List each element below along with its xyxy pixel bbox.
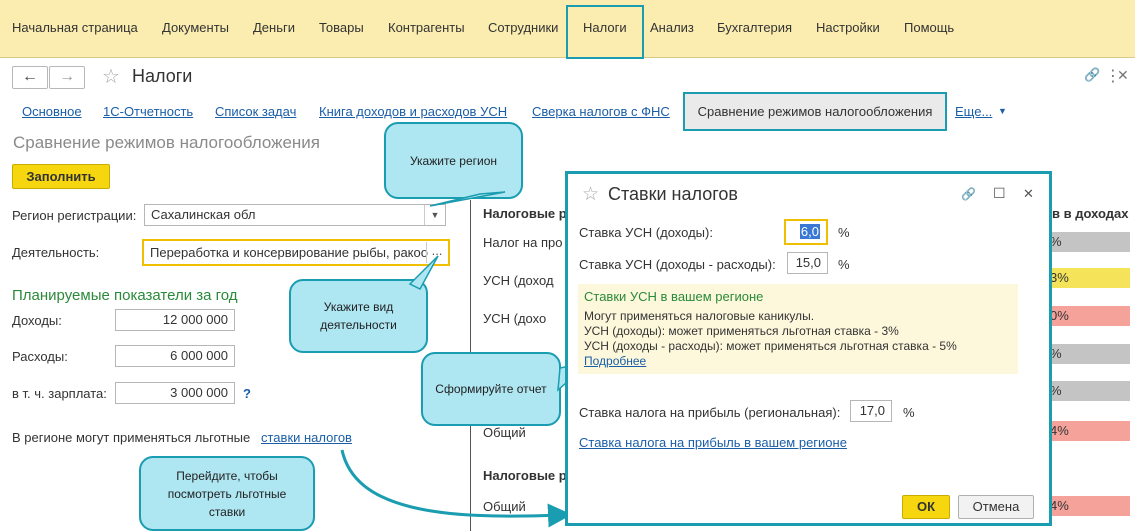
usn-income-expenses-input[interactable]: 15,0 — [787, 252, 828, 274]
link-icon[interactable]: 🔗 — [961, 187, 976, 201]
profit-tax-unit: % — [903, 405, 915, 420]
profit-tax-input[interactable]: 17,0 — [850, 400, 892, 422]
cancel-button[interactable]: Отмена — [958, 495, 1034, 519]
callout-activity-pointer — [408, 255, 439, 290]
regional-rates-heading: Ставки УСН в вашем регионе — [584, 289, 764, 304]
regional-rates-note: Ставки УСН в вашем регионе Могут применя… — [578, 284, 1018, 374]
regional-rates-line-2: УСН (доходы): может применяться льготная… — [584, 324, 899, 338]
usn-income-value: 6,0 — [799, 224, 820, 239]
usn-income-unit: % — [838, 225, 850, 240]
star-icon[interactable]: ☆ — [582, 183, 599, 206]
maximize-icon[interactable]: ☐ — [993, 185, 1006, 202]
usn-income-label: Ставка УСН (доходы): — [579, 225, 713, 240]
regional-rates-line-1: Могут применяться налоговые каникулы. — [584, 309, 815, 323]
usn-income-expenses-unit: % — [838, 257, 850, 272]
tax-rates-dialog: ☆ Ставки налогов 🔗 ☐ ✕ Ставка УСН (доход… — [565, 171, 1052, 526]
usn-income-expenses-label: Ставка УСН (доходы - расходы): — [579, 257, 776, 272]
usn-income-input[interactable]: 6,0 — [784, 219, 828, 245]
callout-region-pointer — [429, 191, 506, 207]
regional-rates-line-3: УСН (доходы - расходы): может применятьс… — [584, 339, 957, 353]
curved-arrow — [340, 449, 572, 528]
profit-tax-label: Ставка налога на прибыль (региональная): — [579, 405, 841, 420]
ok-button[interactable]: ОК — [902, 495, 950, 519]
dialog-title: Ставки налогов — [608, 184, 738, 204]
close-icon[interactable]: ✕ — [1023, 186, 1034, 202]
regional-rates-more-link[interactable]: Подробнее — [584, 354, 646, 368]
profit-tax-region-link[interactable]: Ставка налога на прибыль в вашем регионе — [579, 435, 847, 450]
